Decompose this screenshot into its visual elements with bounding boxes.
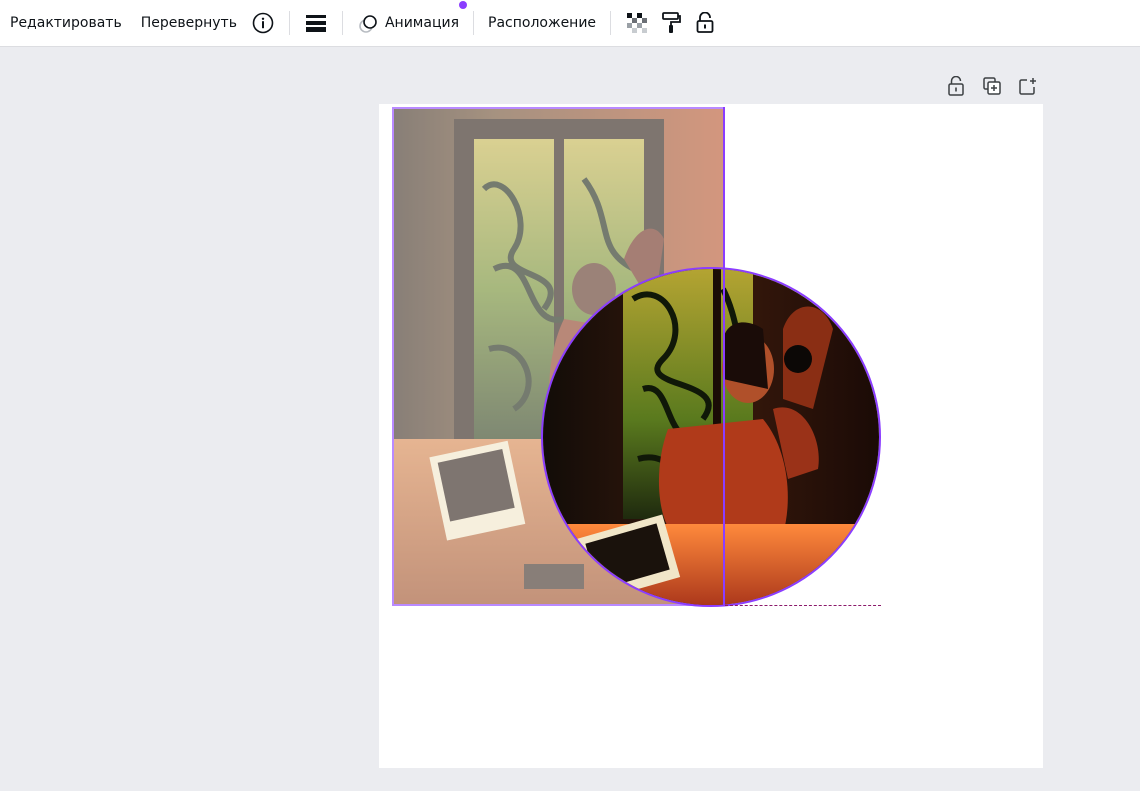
- selection-edge: [723, 107, 725, 606]
- animate-button[interactable]: Анимация: [357, 1, 467, 39]
- editor-toolbar: Редактировать Перевернуть Анимация Распо…: [0, 0, 1140, 47]
- alignment-guide: [725, 605, 881, 606]
- page-actions: [944, 74, 1040, 98]
- info-icon[interactable]: [251, 11, 275, 35]
- position-button[interactable]: Расположение: [488, 7, 596, 39]
- photo-circle-image: [543, 269, 879, 605]
- toolbar-divider: [341, 11, 343, 35]
- lock-icon[interactable]: [944, 74, 968, 98]
- toolbar-divider: [610, 11, 612, 35]
- paint-roller-icon[interactable]: [659, 11, 683, 35]
- photo-circle-frame[interactable]: [541, 267, 881, 607]
- animate-icon: [357, 11, 381, 35]
- lock-icon[interactable]: [693, 11, 717, 35]
- flip-button[interactable]: Перевернуть: [141, 7, 237, 39]
- toolbar-divider: [473, 11, 474, 35]
- add-page-icon[interactable]: [1016, 74, 1040, 98]
- edit-image-button[interactable]: Редактировать: [10, 7, 122, 39]
- new-feature-dot: [459, 1, 467, 9]
- transparency-icon[interactable]: [625, 11, 649, 35]
- toolbar-divider: [288, 11, 290, 35]
- duplicate-page-icon[interactable]: [980, 74, 1004, 98]
- border-style-icon[interactable]: [304, 11, 328, 35]
- animate-label: Анимация: [384, 15, 459, 31]
